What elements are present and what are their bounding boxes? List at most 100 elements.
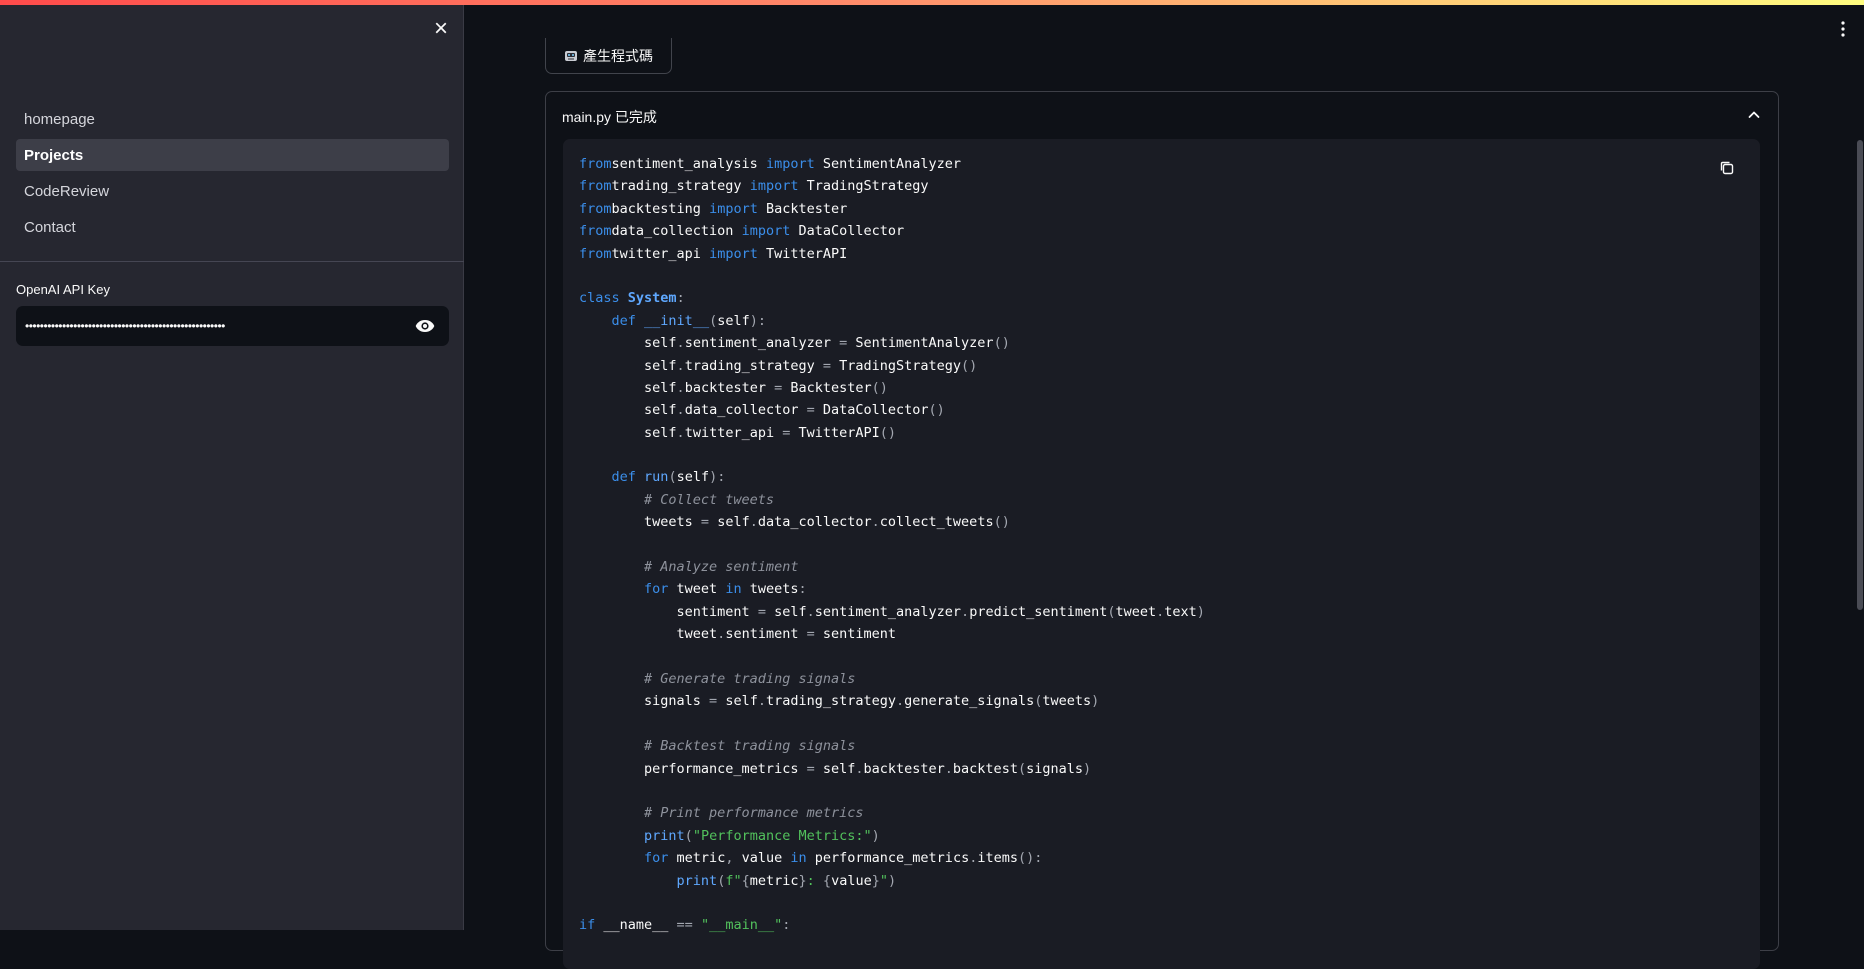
code-token: ( xyxy=(684,827,693,844)
code-token: twitter_api xyxy=(611,245,710,262)
code-token: DataCollector xyxy=(814,402,929,419)
code-token: . xyxy=(871,514,880,531)
code-token: collect_tweets xyxy=(879,514,994,531)
code-token: # Print performance metrics xyxy=(579,805,864,822)
code-token: " xyxy=(879,872,888,889)
code-token: : xyxy=(806,872,823,889)
code-token: self xyxy=(579,402,677,419)
file-expander: main.py 已完成 fromsentiment_analysis impor… xyxy=(545,91,1779,969)
code-token: () xyxy=(928,402,945,419)
code-token: self xyxy=(717,693,758,710)
code-token: () xyxy=(993,335,1010,352)
code-line: fromsentiment_analysis import SentimentA… xyxy=(579,153,1205,175)
close-sidebar-button[interactable]: × xyxy=(430,15,452,42)
code-token: # Collect tweets xyxy=(579,491,775,508)
code-token: self xyxy=(709,514,750,531)
code-token: sentiment_analyzer xyxy=(684,335,840,352)
code-token: TradingStrategy xyxy=(831,357,962,374)
code-token: data_collector xyxy=(757,514,872,531)
code-token: text xyxy=(1164,603,1197,620)
code-line: print(f"{metric}: {value}") xyxy=(579,870,1205,892)
code-token: # Analyze sentiment xyxy=(579,559,799,576)
code-token: items xyxy=(977,850,1018,867)
code-token: { xyxy=(822,872,832,889)
code-token: tweets xyxy=(579,514,701,531)
copy-icon[interactable] xyxy=(1718,159,1736,177)
code-token: backtesting xyxy=(611,200,710,217)
code-line: for metric, value in performance_metrics… xyxy=(579,847,1205,869)
eye-icon[interactable] xyxy=(405,306,445,346)
code-token: signals xyxy=(1026,760,1083,777)
code-token: = xyxy=(757,603,766,620)
code-token: class xyxy=(579,290,620,307)
code-token: SentimentAnalyzer xyxy=(814,156,962,172)
code-token: data_collector xyxy=(684,402,807,419)
code-token: ) xyxy=(887,872,897,889)
code-line: # Generate trading signals xyxy=(579,668,1205,690)
code-token: twitter_api xyxy=(684,424,783,441)
code-token: self xyxy=(579,379,677,396)
generate-code-button[interactable]: 產生程式碼 xyxy=(545,38,672,74)
scrollbar[interactable] xyxy=(1857,140,1863,610)
code-token: . xyxy=(676,357,685,374)
kebab-menu-icon[interactable] xyxy=(1836,18,1850,40)
code-token: . xyxy=(757,693,766,710)
code-token: = xyxy=(774,379,783,396)
code-token: () xyxy=(879,424,897,441)
code-token: print xyxy=(644,827,685,844)
code-token: run xyxy=(644,469,669,486)
code-line: performance_metrics = self.backtester.ba… xyxy=(579,758,1205,780)
chevron-up-icon[interactable] xyxy=(1746,107,1762,123)
code-token: TwitterAPI xyxy=(757,245,848,262)
sidebar-item-codereview[interactable]: CodeReview xyxy=(16,175,449,207)
top-decoration-bar xyxy=(0,0,1864,5)
code-token: f" xyxy=(725,872,742,889)
code-token: "__main__" xyxy=(700,917,783,934)
code-line: fromdata_collection import DataCollector xyxy=(579,220,1205,242)
code-token: import xyxy=(765,156,815,172)
code-token: } xyxy=(798,872,807,889)
code-line: def run(self): xyxy=(579,466,1205,488)
code-token: "Performance Metrics:" xyxy=(692,827,872,844)
code-token: } xyxy=(871,872,880,889)
code-token: () xyxy=(871,379,888,396)
code-token: . xyxy=(961,603,970,620)
close-icon: × xyxy=(433,15,448,42)
code-line: # Backtest trading signals xyxy=(579,735,1205,757)
api-key-value[interactable]: ••••••••••••••••••••••••••••••••••••••••… xyxy=(16,319,405,333)
code-token: . xyxy=(944,760,953,777)
code-token: self xyxy=(765,603,807,620)
sidebar-item-contact[interactable]: Contact xyxy=(16,211,449,243)
code-token: () xyxy=(961,357,978,374)
code-line: fromtrading_strategy import TradingStrat… xyxy=(579,175,1205,197)
code-token: = xyxy=(806,402,815,419)
code-token: predict_sentiment xyxy=(969,603,1108,620)
code-token: backtester xyxy=(684,379,775,396)
sidebar-item-label: homepage xyxy=(24,110,95,128)
code-token: for xyxy=(644,581,669,598)
code-line: self.sentiment_analyzer = SentimentAnaly… xyxy=(579,332,1205,354)
sidebar-item-projects[interactable]: Projects xyxy=(16,139,449,171)
code-token: print xyxy=(676,872,718,889)
api-key-field[interactable]: ••••••••••••••••••••••••••••••••••••••••… xyxy=(16,306,449,346)
code-token: self xyxy=(579,424,677,441)
code-token: () xyxy=(993,514,1010,531)
code-token: . xyxy=(676,335,685,352)
sidebar-item-homepage[interactable]: homepage xyxy=(16,103,449,135)
code-token: Backtester xyxy=(782,379,872,396)
expander-title[interactable]: main.py 已完成 xyxy=(562,107,657,127)
code-token: tweets xyxy=(741,581,799,598)
code-token: SentimentAnalyzer xyxy=(847,335,994,352)
code-token: ( xyxy=(709,312,718,329)
sidebar-item-label: Contact xyxy=(24,218,76,236)
code-line: for tweet in tweets: xyxy=(579,578,1205,600)
code-line: tweet.sentiment = sentiment xyxy=(579,623,1205,645)
